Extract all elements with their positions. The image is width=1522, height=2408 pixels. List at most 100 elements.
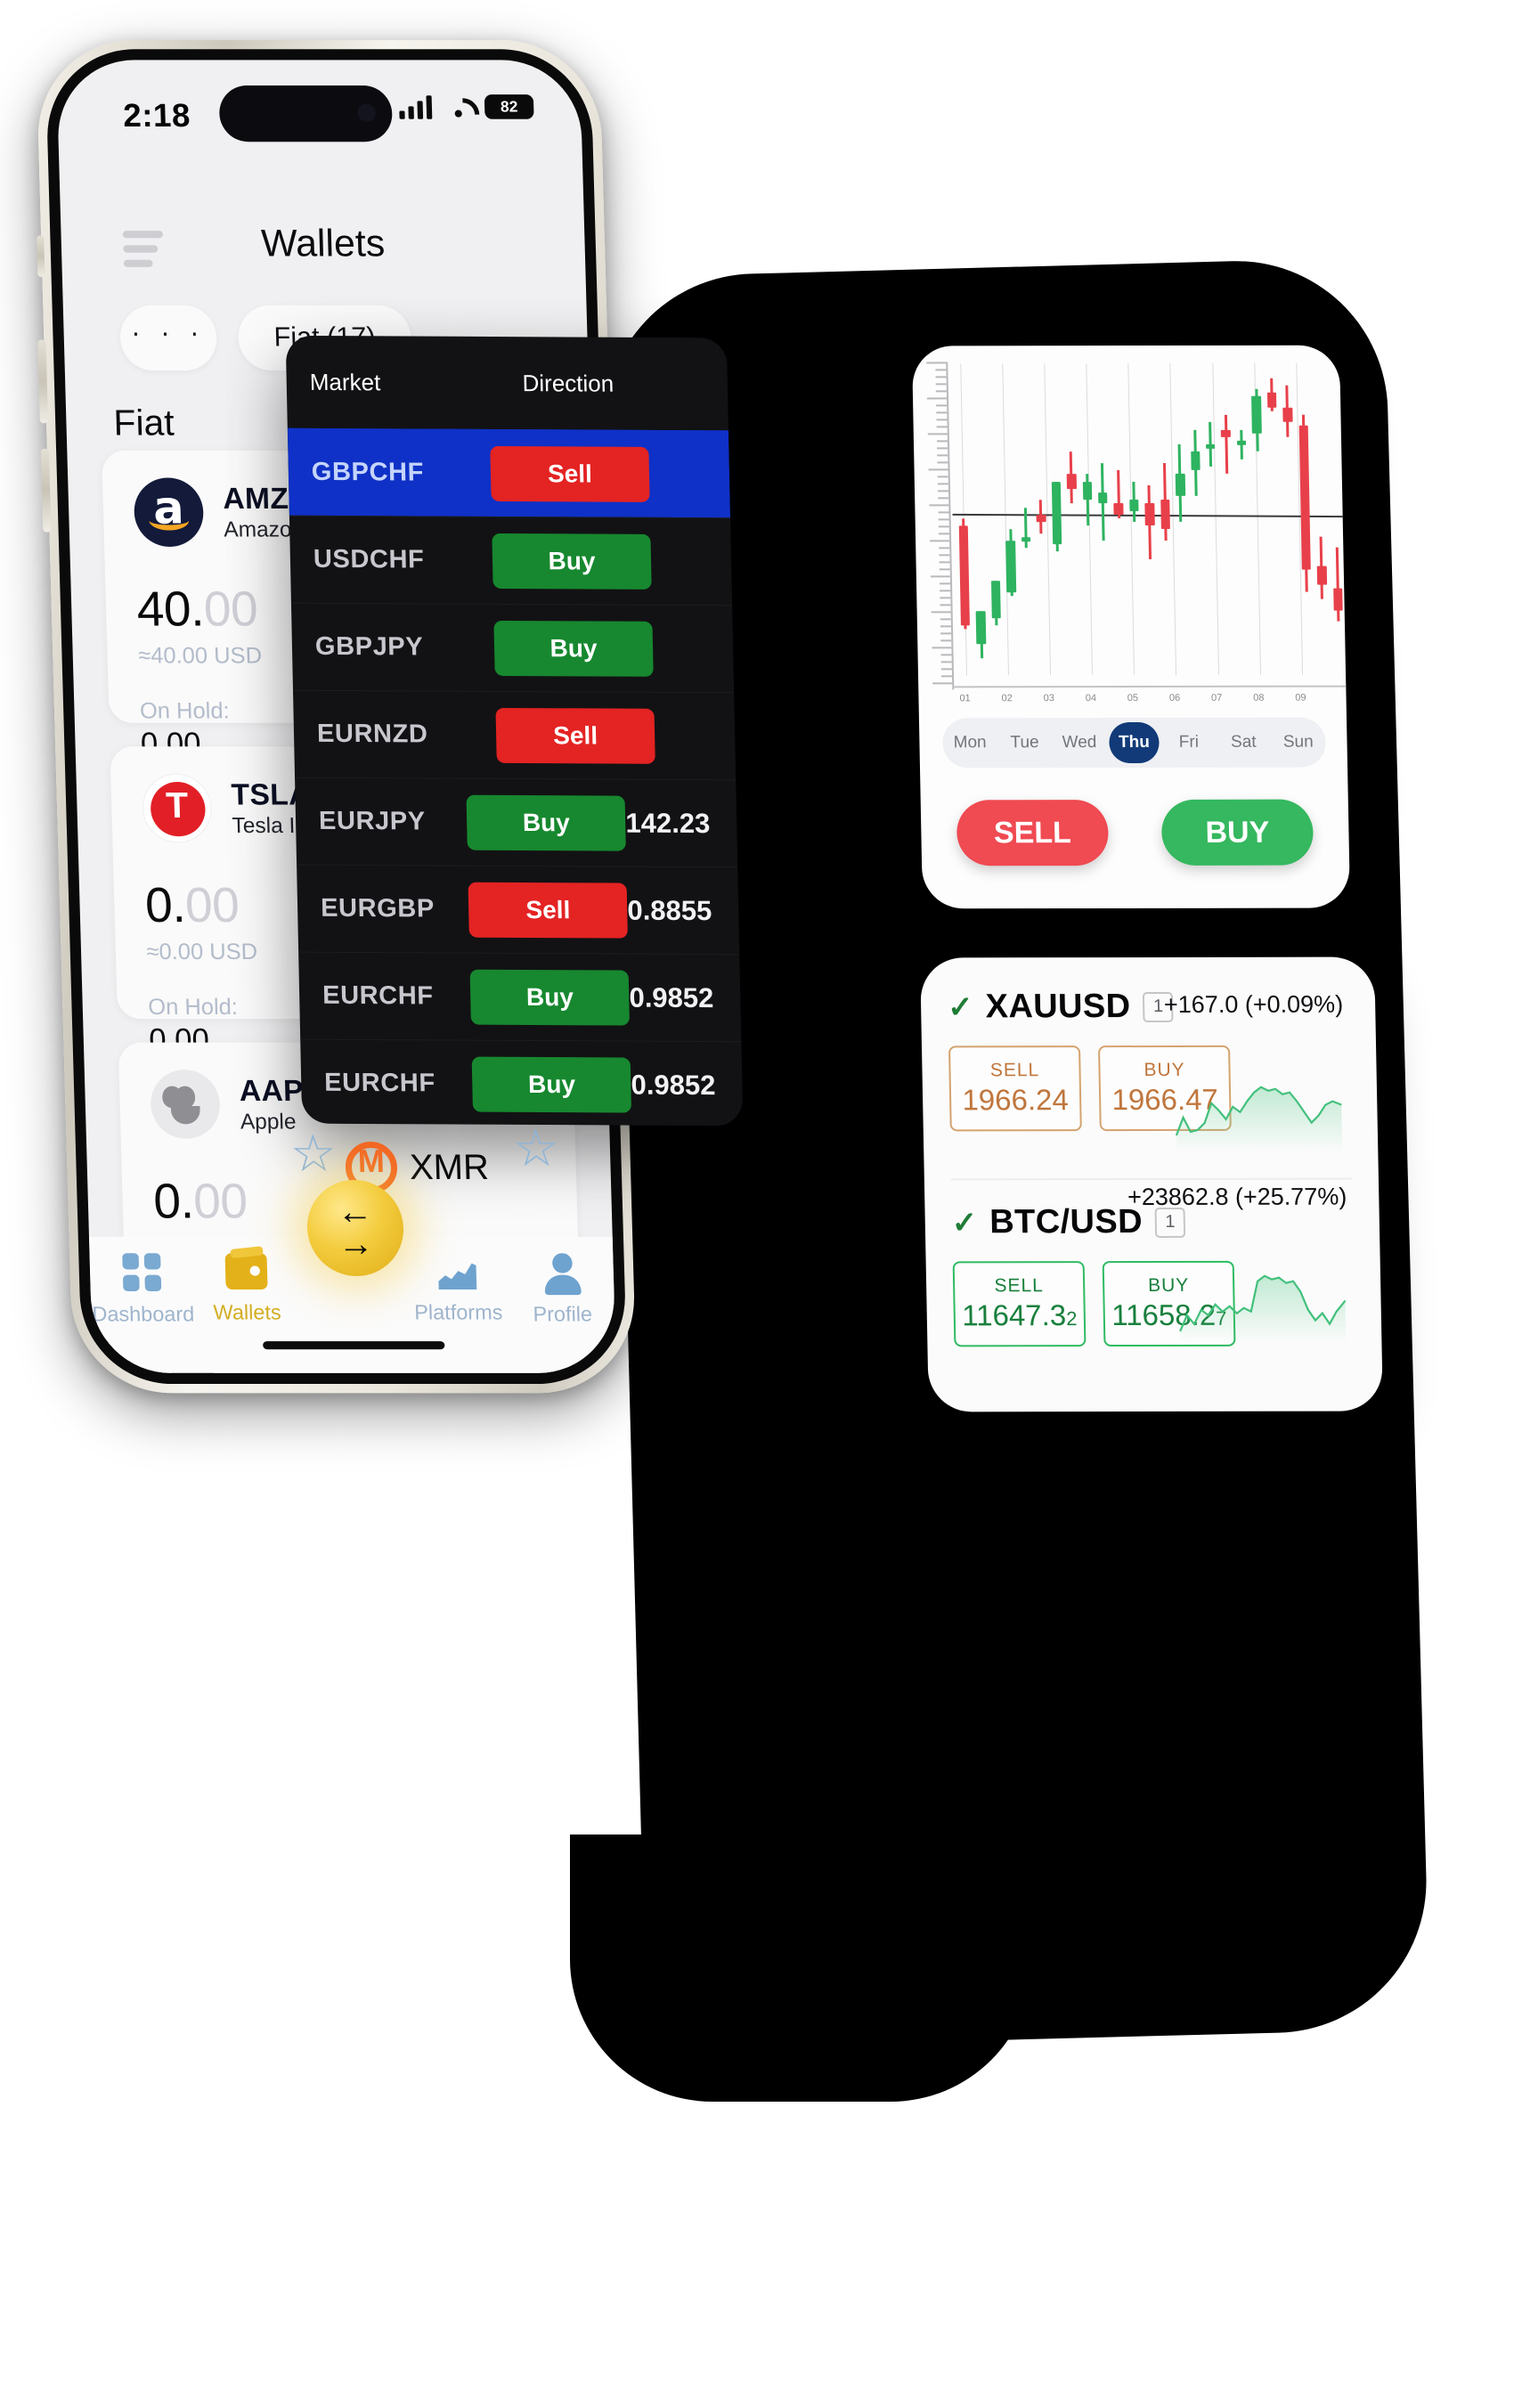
star-outline-icon[interactable]: ☆ — [512, 1119, 564, 1177]
x-tick-label: 09 — [1295, 692, 1306, 704]
direction-badge[interactable]: Buy — [466, 794, 627, 851]
battery-indicator: 82 — [484, 94, 534, 119]
direction-badge[interactable]: Sell — [490, 445, 650, 502]
day-tab-sun[interactable]: Sun — [1274, 722, 1323, 763]
table-row[interactable]: EURNZD Sell — [292, 689, 737, 780]
market-price: 0.8855 — [627, 894, 712, 926]
candlestick — [1127, 351, 1142, 673]
sell-price: 1966.24 — [962, 1083, 1070, 1117]
status-bar: 2:18 82 — [56, 60, 582, 161]
nav-label: Platforms — [413, 1300, 503, 1324]
table-row[interactable]: EURJPY Buy 142.23 — [295, 777, 738, 867]
star-outline-icon[interactable]: ☆ — [289, 1125, 341, 1183]
market-symbol: USDCHF — [313, 544, 425, 574]
page-title: Wallets — [260, 221, 386, 264]
table-row[interactable]: EURCHF Buy 0.9852 — [300, 1038, 744, 1127]
nav-item-platforms[interactable]: Platforms — [405, 1253, 511, 1325]
candlestick — [956, 351, 971, 673]
trade-action-buttons: SELL BUY — [956, 799, 1314, 866]
check-icon: ✓ — [951, 1205, 978, 1240]
candlestick — [1266, 351, 1282, 673]
apple-logo-icon — [150, 1070, 221, 1139]
candlestick — [1018, 351, 1033, 673]
lot-size-badge[interactable]: 1 — [1154, 1207, 1186, 1238]
watchlist-item-btcusd[interactable]: ✓ BTC/USD 1 +23862.8 (+25.77%) SELL 1164… — [950, 1177, 1355, 1357]
nav-item-wallets[interactable]: Wallets — [193, 1253, 299, 1325]
market-table-panel: Market Direction GBPCHF Sell USDCHF Buy … — [285, 335, 744, 1127]
sell-quote-button[interactable]: SELL 11647.32 — [952, 1261, 1087, 1347]
market-price: 0.9852 — [631, 1069, 716, 1101]
swap-arrow-right: → — [337, 1224, 375, 1264]
market-symbol: GBPCHF — [311, 457, 425, 487]
x-tick-label: 05 — [1127, 692, 1139, 704]
nav-item-dashboard[interactable]: Dashboard — [89, 1253, 195, 1327]
x-tick-label: 08 — [1253, 692, 1265, 704]
dashboard-grid-icon — [122, 1253, 162, 1292]
direction-badge[interactable]: Sell — [495, 707, 655, 764]
x-tick-label: 06 — [1168, 692, 1181, 704]
swap-arrow-left: ← — [336, 1192, 374, 1232]
market-price: 0.9852 — [629, 981, 714, 1013]
candlestick — [1298, 351, 1313, 673]
day-tab-sat[interactable]: Sat — [1218, 722, 1268, 763]
sell-quote-button[interactable]: SELL 1966.24 — [948, 1045, 1082, 1132]
wallet-icon — [224, 1253, 268, 1289]
direction-badge[interactable]: Buy — [492, 533, 652, 590]
watchlist-item-xauusd[interactable]: ✓ XAUUSD 1 +167.0 (+0.09%) SELL 1966.24 … — [948, 988, 1352, 1167]
day-selector: Mon Tue Wed Thu Fri Sat Sun — [941, 717, 1327, 769]
x-tick-label: 02 — [1001, 693, 1013, 704]
wallet-amount-dec: 00 — [202, 582, 258, 637]
day-tab-thu[interactable]: Thu — [1109, 721, 1160, 764]
signal-bars-icon — [399, 94, 433, 119]
table-row[interactable]: GBPCHF Sell — [287, 427, 731, 518]
market-table-header: Market Direction — [286, 336, 728, 431]
candlestick — [1313, 351, 1328, 673]
day-tab-tue[interactable]: Tue — [999, 722, 1049, 763]
nav-label: Wallets — [213, 1300, 282, 1324]
chart-plot-area: 01 02 03 04 05 06 07 08 09 — [926, 351, 1351, 708]
wallet-amount-int: 0. — [152, 1174, 195, 1229]
sparkline-chart — [1179, 1274, 1347, 1344]
table-row[interactable]: EURCHF Buy 0.9852 — [298, 951, 742, 1042]
status-indicators: 82 — [399, 94, 534, 119]
change-value: +167.0 (+0.09%) — [1163, 990, 1344, 1019]
market-symbol: GBPJPY — [314, 631, 424, 662]
table-row[interactable]: GBPJPY Buy — [290, 602, 735, 693]
candlestick — [1095, 351, 1111, 673]
nav-item-profile[interactable]: Profile — [509, 1253, 614, 1327]
candlestick — [987, 351, 1002, 673]
candlestick — [1250, 351, 1266, 673]
sell-button[interactable]: SELL — [956, 800, 1110, 866]
candlestick — [1142, 351, 1157, 673]
direction-badge[interactable]: Buy — [469, 969, 631, 1026]
watchlist-card: ✓ XAUUSD 1 +167.0 (+0.09%) SELL 1966.24 … — [920, 956, 1383, 1412]
day-tab-wed[interactable]: Wed — [1054, 722, 1104, 763]
direction-badge[interactable]: Buy — [471, 1056, 632, 1113]
market-symbol: EURCHF — [321, 980, 434, 1011]
change-value: +23862.8 (+25.77%) — [1127, 1183, 1347, 1211]
x-tick-label: 07 — [1210, 692, 1223, 704]
watchlist-symbol: BTC/USD — [989, 1203, 1144, 1241]
sell-price-main: 11647.3 — [961, 1298, 1067, 1332]
day-tab-fri[interactable]: Fri — [1164, 722, 1214, 763]
wifi-icon — [444, 96, 472, 118]
direction-badge[interactable]: Buy — [493, 620, 654, 677]
candlestick — [1235, 351, 1250, 673]
silent-switch[interactable] — [37, 235, 45, 278]
buy-button[interactable]: BUY — [1160, 799, 1314, 866]
candlestick — [1064, 351, 1079, 673]
table-row[interactable]: EURGBP Sell 0.8855 — [297, 864, 740, 955]
chip-more[interactable]: · · · — [119, 305, 218, 371]
day-tab-mon[interactable]: Mon — [945, 722, 995, 763]
direction-badge[interactable]: Sell — [468, 882, 629, 939]
wallet-amount-dec: 00 — [192, 1174, 248, 1229]
nav-label: Profile — [533, 1302, 593, 1326]
candlestick — [1111, 351, 1126, 673]
table-row[interactable]: USDCHF Buy — [289, 515, 733, 606]
home-indicator — [263, 1341, 445, 1350]
x-tick-label: 03 — [1043, 693, 1055, 704]
market-symbol: EURJPY — [318, 806, 427, 836]
wallet-amount-dec: 00 — [184, 878, 240, 933]
candlestick — [1049, 351, 1064, 673]
x-tick-label: 01 — [959, 693, 971, 704]
